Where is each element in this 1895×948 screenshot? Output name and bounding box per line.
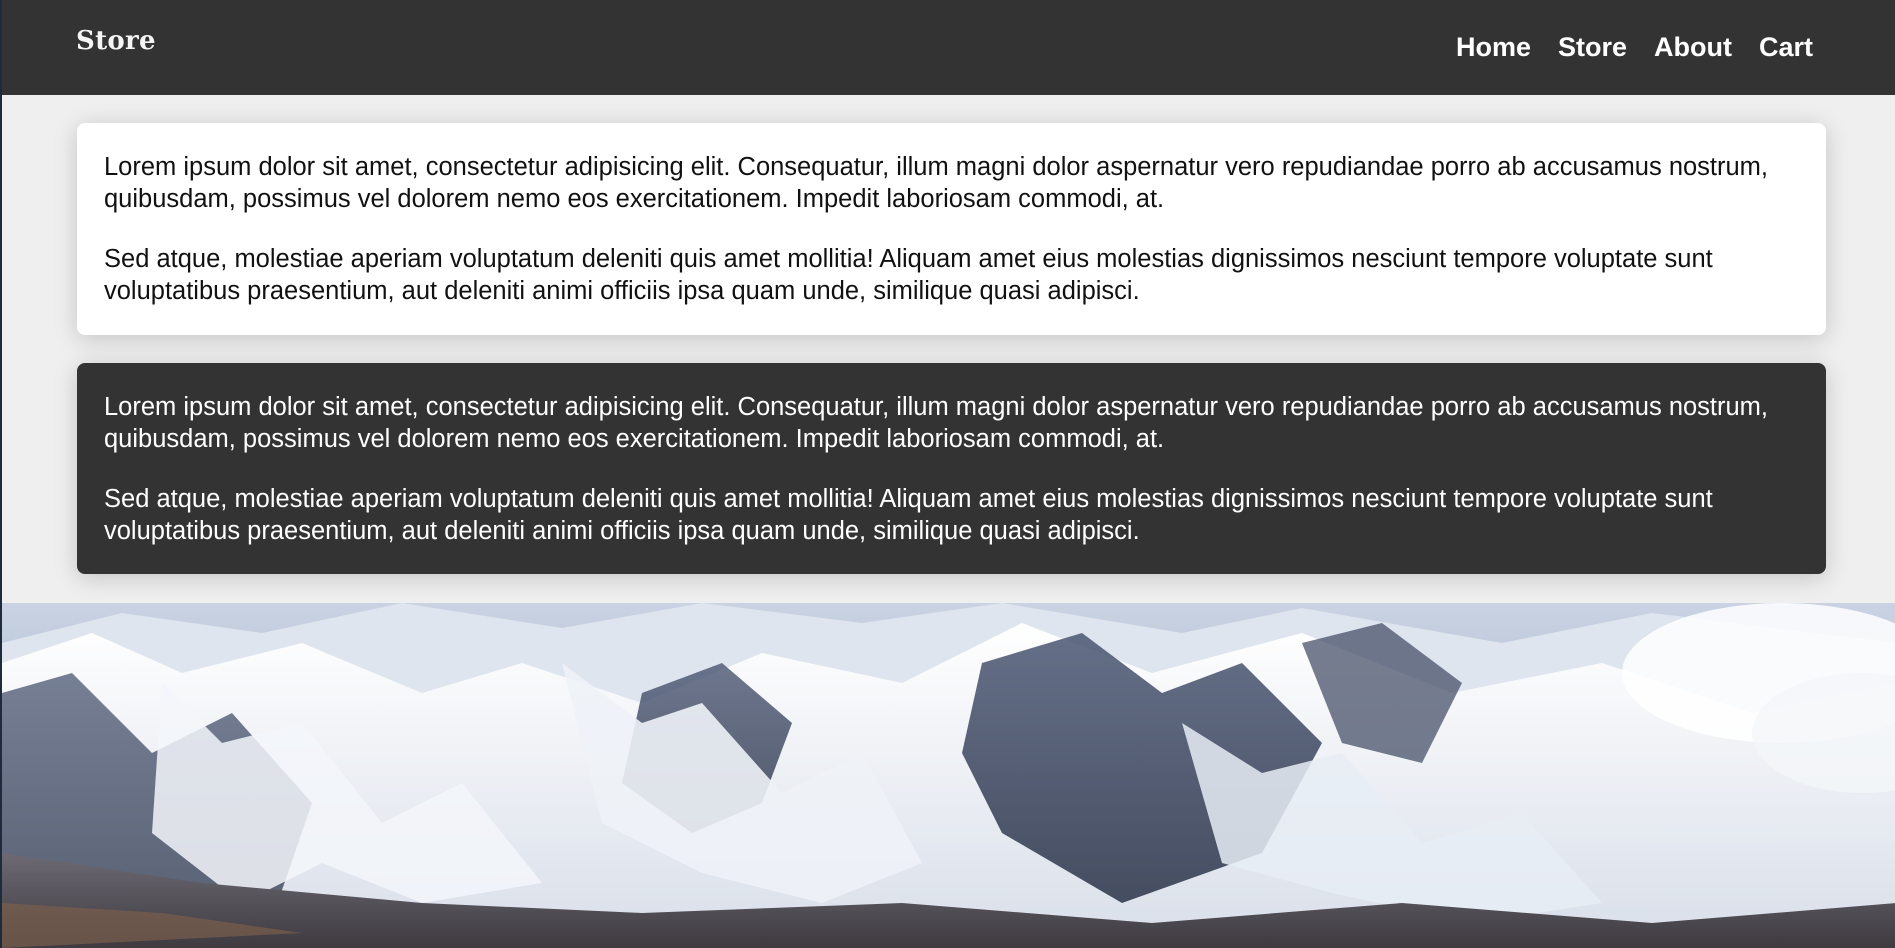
nav-item-home: Home	[1456, 32, 1531, 63]
nav-link-cart[interactable]: Cart	[1759, 32, 1813, 62]
nav-item-store: Store	[1558, 32, 1627, 63]
nav-menu: Home Store About Cart	[1456, 32, 1813, 63]
brand-logo[interactable]: Store	[76, 26, 156, 56]
card-paragraph: Sed atque, molestiae aperiam voluptatum …	[104, 245, 1713, 305]
navbar: Store Home Store About Cart	[2, 0, 1895, 95]
card-paragraph: Sed atque, molestiae aperiam voluptatum …	[104, 485, 1713, 545]
page: Store Home Store About Cart Lorem ipsum …	[0, 0, 1895, 948]
mountain-illustration	[2, 603, 1895, 948]
nav-link-about[interactable]: About	[1654, 32, 1732, 62]
card-paragraph: Lorem ipsum dolor sit amet, consectetur …	[104, 153, 1769, 213]
card-paragraph: Lorem ipsum dolor sit amet, consectetur …	[104, 393, 1769, 453]
content-card-light: Lorem ipsum dolor sit amet, consectetur …	[77, 123, 1826, 335]
mountain-background-image	[2, 603, 1895, 948]
nav-item-about: About	[1654, 32, 1732, 63]
content-card-dark: Lorem ipsum dolor sit amet, consectetur …	[77, 363, 1826, 574]
nav-link-home[interactable]: Home	[1456, 32, 1531, 62]
nav-link-store[interactable]: Store	[1558, 32, 1627, 62]
nav-item-cart: Cart	[1759, 32, 1813, 63]
